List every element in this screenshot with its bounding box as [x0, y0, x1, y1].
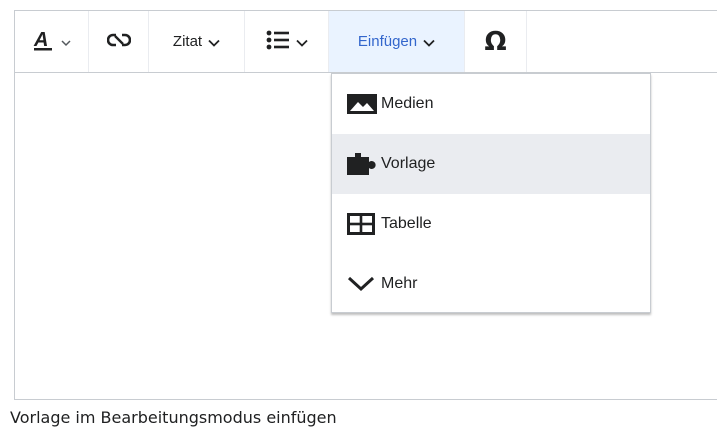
list-button[interactable]: [245, 11, 329, 72]
insert-label: Einfügen: [357, 33, 418, 50]
svg-text:A: A: [33, 29, 48, 51]
table-icon: [347, 212, 381, 236]
chevron-down-icon: [208, 32, 220, 51]
bullet-list-icon: [266, 29, 290, 55]
puzzle-icon: [347, 152, 381, 176]
visual-editor: A Zitat Einfügen Ω Medien Vorlage Tabell…: [14, 10, 717, 400]
editor-toolbar: A Zitat Einfügen Ω: [15, 11, 717, 73]
cite-button[interactable]: Zitat: [149, 11, 245, 72]
menu-item-label: Mehr: [381, 275, 418, 292]
menu-item-media[interactable]: Medien: [332, 74, 650, 134]
cite-label: Zitat: [172, 33, 203, 50]
menu-item-table[interactable]: Tabelle: [332, 194, 650, 254]
special-character-label: Ω: [484, 26, 507, 57]
chevron-down-icon: [347, 272, 381, 296]
menu-item-template[interactable]: Vorlage: [332, 134, 650, 194]
chevron-down-icon: [295, 32, 308, 51]
chevron-down-icon: [60, 32, 71, 51]
link-icon: [106, 32, 131, 52]
menu-item-more[interactable]: Mehr: [332, 254, 650, 314]
insert-menu: Medien Vorlage Tabelle Mehr: [331, 73, 651, 313]
image-icon: [347, 92, 381, 116]
menu-item-label: Vorlage: [381, 155, 436, 172]
special-character-button[interactable]: Ω: [465, 11, 527, 72]
menu-item-label: Tabelle: [381, 215, 432, 232]
text-style-button[interactable]: A: [15, 11, 89, 72]
menu-item-label: Medien: [381, 95, 434, 112]
figure-caption: Vorlage im Bearbeitungsmodus einfügen: [10, 408, 337, 427]
chevron-down-icon: [423, 32, 435, 51]
text-style-icon: A: [33, 29, 55, 55]
insert-button[interactable]: Einfügen: [329, 11, 465, 72]
link-button[interactable]: [89, 11, 149, 72]
